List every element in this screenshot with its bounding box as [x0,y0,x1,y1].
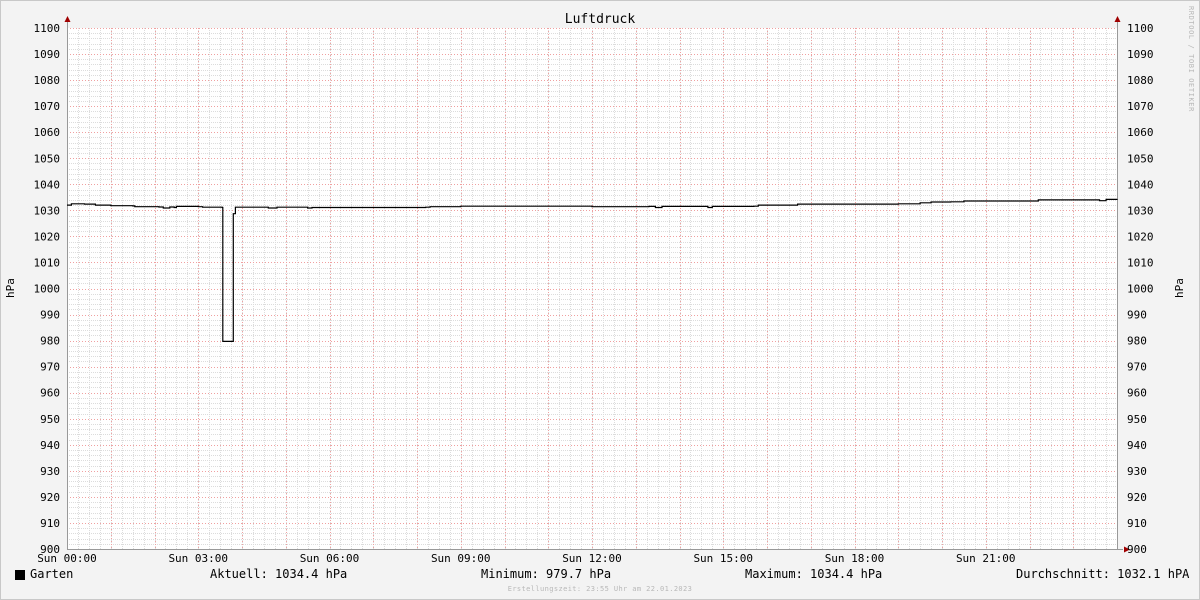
y-axis-arrow-left [64,16,71,22]
y-tick-label-right: 960 [1127,387,1147,400]
y-tick-label-left: 1040 [34,178,61,191]
y-tick-label-right: 1020 [1127,230,1154,243]
watermark: RRDTOOL / TOBI OETIKER [1187,6,1195,112]
stat-average: Durchschnitt: 1032.1 hPA [1016,567,1190,581]
chart-canvas: 900 910 920 930 940 950 960 970 980 990 1000 1010 10… [4,12,1186,565]
y-tick-label-right: 980 [1127,335,1147,348]
legend: Garten Aktuell: 1034.4 hPa Minimum: 979.… [0,566,1200,584]
y-tick-label-right: 930 [1127,465,1147,478]
y-tick-label-right: 1100 [1127,22,1154,35]
y-tick-label-left: 1100 [34,22,61,35]
x-tick-label: Sun 06:00 [300,552,360,565]
y-axis-label-left: hPa [4,278,17,298]
y-tick-label-left: 920 [40,491,60,504]
x-tick-label: Sun 03:00 [168,552,228,565]
stat-maximum: Maximum: 1034.4 hPa [745,567,883,581]
y-tick-label-left: 1090 [34,48,61,61]
legend-series-name: Garten [30,567,74,581]
y-tick-label-left: 930 [40,465,60,478]
creation-timestamp: Erstellungszeit: 23:55 Uhr am 22.01.2023 [507,585,693,593]
x-tick-labels: Sun 00:00 Sun 03:00 Sun 06:00 Sun 09:00 Sun … [37,552,1015,565]
x-tick-label: Sun 00:00 [37,552,97,565]
y-tick-label-right: 1080 [1127,74,1154,87]
x-tick-label: Sun 18:00 [825,552,885,565]
chart-title: Luftdruck [565,12,636,27]
y-tick-label-right: 910 [1127,517,1147,530]
y-axis-label-right: hPa [1173,278,1186,298]
y-tick-label-left: 1020 [34,230,61,243]
y-tick-label-right: 990 [1127,309,1147,322]
y-tick-label-left: 950 [40,413,60,426]
stat-minimum: Minimum: 979.7 hPa [481,567,612,581]
x-tick-label: Sun 15:00 [693,552,753,565]
y-axis-arrow-right [1114,16,1121,22]
y-tick-label-left: 960 [40,387,60,400]
y-tick-label-right: 1090 [1127,48,1154,61]
y-tick-label-right: 1030 [1127,204,1154,217]
y-tick-label-right: 900 [1127,543,1147,556]
y-tick-label-right: 950 [1127,413,1147,426]
y-tick-label-left: 1070 [34,100,61,113]
y-tick-label-left: 940 [40,439,60,452]
y-tick-label-left: 1010 [34,256,61,269]
y-tick-label-left: 1080 [34,74,61,87]
y-tick-label-right: 940 [1127,439,1147,452]
stat-current: Aktuell: 1034.4 hPa [210,567,348,581]
x-tick-label: Sun 21:00 [956,552,1016,565]
x-tick-label: Sun 12:00 [562,552,622,565]
y-tick-label-right: 1060 [1127,126,1154,139]
y-tick-label-right: 1000 [1127,283,1154,296]
legend-swatch [15,570,25,580]
y-tick-labels-left: 9009109209309409509609709809901000101010… [34,22,61,556]
y-tick-label-left: 1030 [34,204,61,217]
y-tick-label-left: 1000 [34,283,61,296]
y-tick-label-right: 920 [1127,491,1147,504]
y-tick-label-left: 1050 [34,152,61,165]
y-tick-label-left: 980 [40,335,60,348]
x-tick-label: Sun 09:00 [431,552,491,565]
y-tick-labels-right: 900 910 920 930 940 950 960 970 980 990 1000 1010 10… [1127,22,1154,556]
y-tick-label-right: 1070 [1127,100,1154,113]
y-tick-label-left: 910 [40,517,60,530]
y-tick-label-right: 1040 [1127,178,1154,191]
y-tick-label-left: 990 [40,309,60,322]
y-tick-label-left: 970 [40,361,60,374]
y-tick-label-right: 1010 [1127,256,1154,269]
y-tick-label-right: 970 [1127,361,1147,374]
y-tick-label-left: 1060 [34,126,61,139]
y-tick-label-right: 1050 [1127,152,1154,165]
